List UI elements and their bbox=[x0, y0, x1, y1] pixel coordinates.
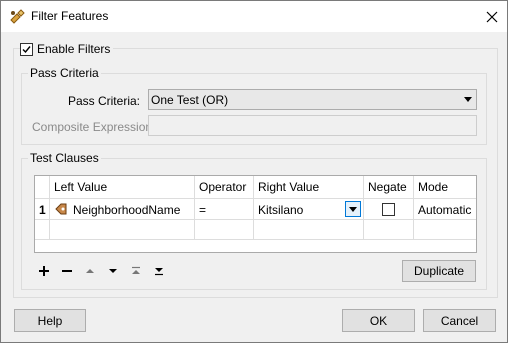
move-top-button[interactable] bbox=[128, 263, 144, 279]
column-header-negate[interactable]: Negate bbox=[368, 180, 407, 194]
move-down-icon bbox=[109, 269, 117, 273]
row-divider bbox=[35, 219, 476, 220]
move-down-button[interactable] bbox=[105, 263, 121, 279]
column-header-left-value[interactable]: Left Value bbox=[54, 180, 107, 194]
cancel-button[interactable]: Cancel bbox=[423, 309, 496, 332]
test-clauses-table: Left Value Operator Right Value Negate M… bbox=[34, 175, 477, 253]
transformer-icon bbox=[9, 9, 25, 25]
add-clause-button[interactable] bbox=[36, 263, 52, 279]
row-number: 1 bbox=[39, 203, 46, 217]
move-bottom-button[interactable] bbox=[151, 263, 167, 279]
help-button[interactable]: Help bbox=[14, 309, 86, 332]
column-header-mode[interactable]: Mode bbox=[418, 180, 448, 194]
title-bar: Filter Features bbox=[1, 1, 507, 32]
negate-checkbox[interactable] bbox=[382, 203, 395, 216]
right-value-cell[interactable]: Kitsilano bbox=[258, 203, 303, 217]
duplicate-button[interactable]: Duplicate bbox=[402, 260, 476, 282]
operator-cell[interactable]: = bbox=[199, 203, 206, 217]
pass-criteria-label: Pass Criteria: bbox=[67, 94, 140, 108]
add-icon bbox=[39, 266, 49, 276]
pass-criteria-dropdown[interactable]: One Test (OR) bbox=[148, 89, 477, 110]
enable-filters-row[interactable]: Enable Filters bbox=[20, 42, 114, 56]
composite-expression-input bbox=[148, 115, 477, 136]
ok-button[interactable]: OK bbox=[342, 309, 415, 332]
window-title: Filter Features bbox=[31, 9, 109, 23]
chevron-down-icon bbox=[349, 206, 357, 212]
right-value-dropdown-button[interactable] bbox=[345, 201, 361, 217]
mode-cell[interactable]: Automatic bbox=[418, 203, 471, 217]
move-bottom-icon bbox=[155, 268, 163, 276]
move-up-button[interactable] bbox=[82, 263, 98, 279]
pass-criteria-group-title: Pass Criteria bbox=[28, 66, 101, 80]
pass-criteria-value: One Test (OR) bbox=[151, 93, 229, 107]
column-header-operator[interactable]: Operator bbox=[199, 180, 246, 194]
close-icon bbox=[486, 11, 498, 22]
header-divider bbox=[35, 198, 476, 199]
column-header-right-value[interactable]: Right Value bbox=[258, 180, 319, 194]
close-button[interactable] bbox=[477, 1, 507, 32]
move-top-icon bbox=[132, 266, 140, 274]
enable-filters-checkbox[interactable] bbox=[20, 42, 33, 56]
left-value-cell[interactable]: NeighborhoodName bbox=[73, 203, 180, 217]
remove-icon bbox=[62, 270, 72, 272]
enable-filters-label: Enable Filters bbox=[37, 42, 111, 56]
row-divider bbox=[35, 239, 476, 240]
composite-expression-label: Composite Expression: bbox=[32, 120, 156, 134]
filter-features-dialog: Filter Features Enable Filters Pass Crit… bbox=[0, 0, 508, 343]
test-clauses-group-title: Test Clauses bbox=[28, 151, 101, 165]
remove-clause-button[interactable] bbox=[59, 263, 75, 279]
attribute-icon bbox=[54, 202, 68, 219]
move-up-icon bbox=[86, 269, 94, 273]
check-icon bbox=[22, 45, 31, 53]
chevron-down-icon bbox=[464, 97, 472, 102]
